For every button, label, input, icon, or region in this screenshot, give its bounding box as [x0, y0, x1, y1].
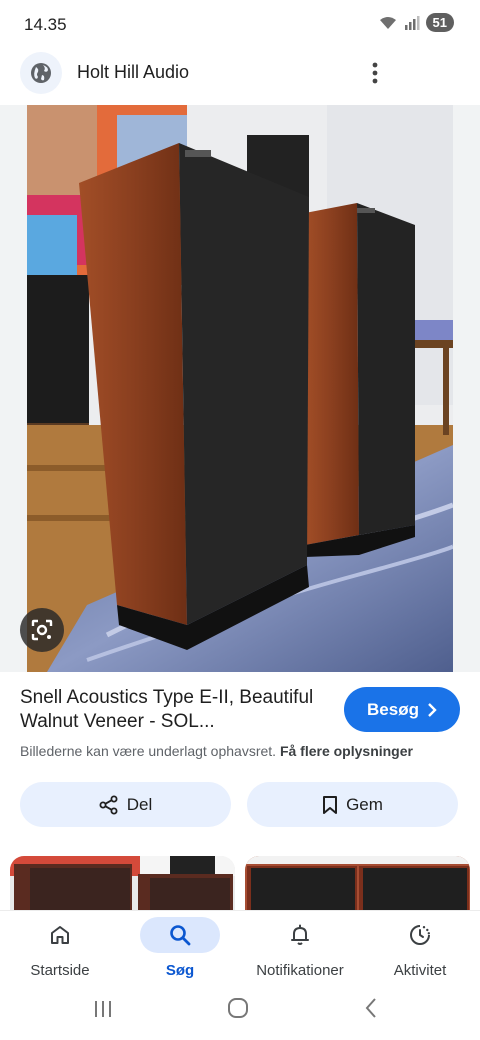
save-label: Gem — [346, 794, 383, 814]
nav-item-search[interactable]: Søg — [120, 911, 240, 991]
related-thumbnail[interactable] — [245, 856, 470, 912]
related-thumbnail[interactable] — [10, 856, 235, 912]
visit-button[interactable]: Besøg — [344, 687, 460, 732]
more-info-link[interactable]: Få flere oplysninger — [280, 743, 413, 759]
nav-label: Aktivitet — [393, 962, 447, 979]
bottom-navigation: Startside Søg Notifikationer Aktivitet — [0, 910, 480, 990]
bookmark-icon — [323, 795, 338, 814]
site-header: Holt Hill Audio — [0, 50, 480, 105]
activity-icon — [380, 917, 460, 953]
nav-label: Notifikationer — [256, 962, 344, 979]
battery-badge: 51 — [425, 13, 454, 32]
share-button[interactable]: Del — [20, 782, 231, 827]
wifi-icon — [379, 16, 396, 29]
signal-icon — [404, 15, 420, 30]
visit-label: Besøg — [367, 699, 419, 719]
nav-item-home[interactable]: Startside — [0, 911, 120, 991]
recent-apps-icon[interactable] — [92, 998, 114, 1020]
more-vert-icon[interactable] — [362, 60, 388, 86]
save-button[interactable]: Gem — [247, 782, 458, 827]
result-title[interactable]: Snell Acoustics Type E-II, Beautiful Wal… — [20, 686, 330, 734]
nav-item-activity[interactable]: Aktivitet — [360, 911, 480, 991]
bell-icon — [260, 917, 340, 953]
site-name[interactable]: Holt Hill Audio — [77, 62, 189, 83]
share-icon — [99, 795, 118, 814]
globe-icon[interactable] — [20, 52, 62, 94]
nav-label: Søg — [165, 962, 195, 979]
system-navigation-bar — [0, 990, 480, 1040]
status-bar: 14.35 51 — [0, 0, 480, 50]
copyright-disclaimer: Billederne kan være underlagt ophavsret.… — [20, 743, 413, 759]
chevron-right-icon — [428, 702, 437, 717]
speaker-photo[interactable] — [27, 105, 453, 672]
home-button-icon[interactable] — [227, 997, 249, 1019]
search-icon — [140, 917, 220, 953]
nav-label: Startside — [30, 962, 90, 979]
nav-item-notifications[interactable]: Notifikationer — [240, 911, 360, 991]
status-icons: 51 — [378, 13, 454, 32]
status-time: 14.35 — [24, 15, 67, 34]
lens-search-button[interactable] — [20, 608, 64, 652]
disclaimer-text: Billederne kan være underlagt ophavsret. — [20, 743, 277, 759]
home-icon — [20, 917, 100, 953]
share-label: Del — [126, 794, 153, 814]
back-icon[interactable] — [362, 997, 380, 1019]
image-preview-panel — [0, 105, 480, 672]
lens-icon — [31, 619, 53, 641]
